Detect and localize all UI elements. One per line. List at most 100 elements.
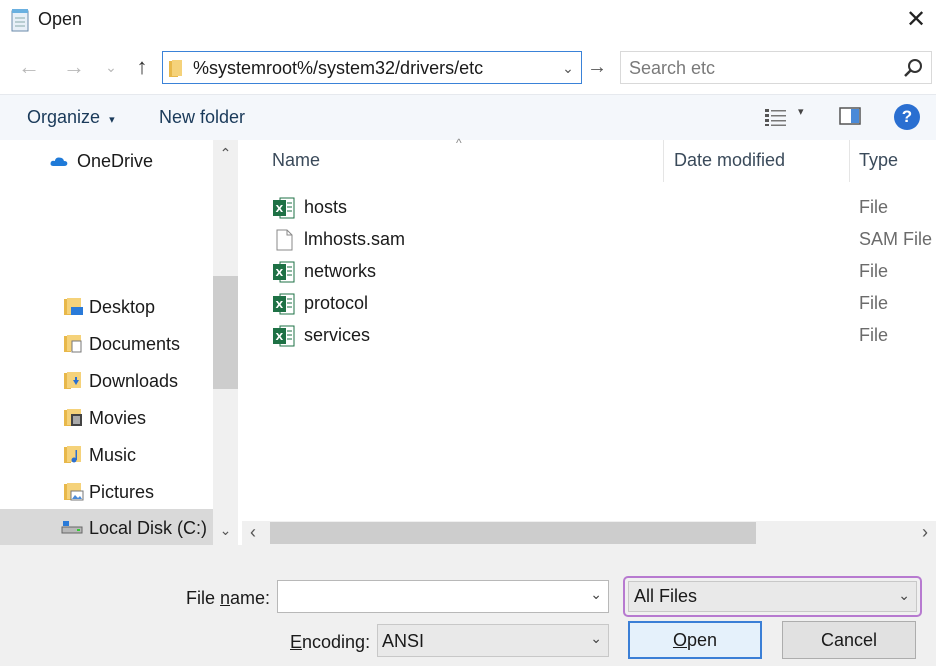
music-folder-icon (64, 446, 81, 463)
nav-item-label: Pictures (89, 482, 155, 502)
pictures-folder-icon (64, 483, 84, 501)
nav-item-label: OneDrive (77, 151, 154, 171)
downloads-folder-icon (64, 372, 81, 389)
open-accesskey: O (672, 630, 687, 650)
nav-item-desktop[interactable]: Desktop (0, 290, 213, 324)
file-type: SAM File (859, 229, 933, 249)
nav-item-downloads[interactable]: Downloads (0, 364, 213, 398)
chevron-down-icon[interactable]: ⌄ (590, 630, 602, 647)
scroll-down-icon[interactable]: ⌄ (213, 522, 238, 539)
nav-item-onedrive[interactable]: OneDrive (0, 144, 213, 178)
encoding-label-part: ncoding: (302, 632, 371, 652)
chevron-down-icon[interactable]: ⌄ (898, 587, 910, 604)
window-title: Open (38, 9, 83, 29)
file-name: protocol (304, 293, 369, 313)
file-row-lmhosts[interactable]: lmhosts.sam SAM File (270, 224, 936, 256)
encoding-label-accesskey: E (290, 632, 303, 652)
nav-item-label: Downloads (89, 371, 179, 391)
nav-item-label: Local Disk (C:) (89, 518, 208, 538)
file-name-label-part: ame: (230, 588, 271, 608)
nav-item-label: Music (89, 445, 137, 465)
file-name: networks (304, 261, 377, 281)
column-header-type[interactable]: Type (859, 150, 898, 171)
movies-folder-icon (64, 409, 82, 426)
address-dropdown-button[interactable]: ⌄ (559, 56, 577, 80)
notepad-icon (11, 9, 29, 32)
encoding-value: ANSI (382, 631, 425, 651)
nav-item-music[interactable]: Music (0, 438, 213, 472)
file-row-networks[interactable]: X networks File (270, 256, 936, 288)
address-path: %systemroot%/system32/drivers/etc (193, 58, 484, 78)
file-row-protocol[interactable]: X protocol File (270, 288, 936, 320)
help-icon[interactable]: ? (894, 104, 920, 130)
file-name-combobox[interactable]: ⌄ (277, 580, 609, 613)
search-icon[interactable] (903, 58, 923, 78)
recent-locations-button[interactable]: ⌄ (97, 52, 125, 82)
back-button[interactable]: ← (15, 52, 43, 82)
file-row-services[interactable]: X services File (270, 320, 936, 352)
new-folder-button[interactable]: New folder (159, 107, 245, 128)
scroll-right-icon[interactable]: › (922, 522, 928, 543)
svg-text:X: X (276, 300, 284, 311)
organize-caret-icon: ▾ (109, 114, 115, 126)
column-divider[interactable] (663, 140, 664, 182)
preview-pane-icon[interactable] (839, 107, 861, 125)
excel-file-icon: X (273, 325, 295, 347)
file-type-filter-value: All Files (634, 586, 698, 606)
command-bar: Organize ▾ New folder ▾ ? (0, 94, 936, 140)
forward-button[interactable]: → (60, 52, 88, 82)
file-type: File (859, 197, 889, 217)
folder-icon (169, 60, 182, 77)
column-header-date-modified[interactable]: Date modified (674, 150, 785, 171)
excel-file-icon: X (273, 197, 295, 219)
organize-button[interactable]: Organize ▾ (27, 107, 115, 128)
file-type-filter-select[interactable]: All Files ⌄ (628, 581, 917, 612)
file-name-label-part: File (186, 588, 221, 608)
navigation-pane: OneDrive Desktop Documents Downloads Mov… (0, 140, 238, 545)
column-header-name[interactable]: Name (272, 150, 320, 171)
file-type: File (859, 325, 889, 345)
address-bar[interactable]: %systemroot%/system32/drivers/etc ⌄ (162, 51, 582, 84)
drive-icon (61, 521, 83, 534)
excel-file-icon: X (273, 293, 295, 315)
file-name-input[interactable] (284, 585, 574, 609)
file-name: services (304, 325, 371, 345)
title-bar: Open ✕ (0, 0, 936, 40)
nav-item-pictures[interactable]: Pictures (0, 475, 213, 509)
desktop-folder-icon (64, 298, 83, 315)
nav-item-movies[interactable]: Movies (0, 401, 213, 435)
nav-item-label: Movies (89, 408, 147, 428)
go-button[interactable]: → (585, 52, 609, 82)
nav-item-documents[interactable]: Documents (0, 327, 213, 361)
file-type: File (859, 261, 889, 281)
hscroll-thumb[interactable] (270, 522, 756, 544)
file-type: File (859, 293, 889, 313)
file-type-filter-highlight: All Files ⌄ (623, 576, 922, 617)
close-button[interactable]: ✕ (902, 6, 930, 34)
up-button[interactable]: ↑ (128, 52, 156, 82)
search-input[interactable] (629, 56, 899, 80)
blank-file-icon (276, 229, 293, 251)
nav-pane-scroll-thumb[interactable] (213, 276, 238, 389)
nav-item-local-disk[interactable]: Local Disk (C:) (0, 509, 213, 545)
encoding-select[interactable]: ANSI ⌄ (377, 624, 609, 657)
column-divider[interactable] (849, 140, 850, 182)
svg-text:X: X (276, 268, 284, 279)
excel-file-icon: X (273, 261, 295, 283)
sort-ascending-icon: ^ (456, 136, 462, 150)
organize-label: Organize (27, 107, 101, 127)
scroll-up-icon[interactable]: ⌃ (213, 145, 238, 162)
scroll-left-icon[interactable]: ‹ (250, 522, 256, 543)
chevron-down-icon[interactable]: ⌄ (590, 586, 602, 603)
svg-text:X: X (276, 204, 284, 215)
encoding-label: Encoding: (290, 632, 370, 653)
view-dropdown-icon[interactable]: ▾ (798, 105, 804, 118)
search-box[interactable] (620, 51, 932, 84)
cancel-button[interactable]: Cancel (782, 621, 916, 659)
file-row-hosts[interactable]: X hosts File (270, 192, 936, 224)
file-name: lmhosts.sam (304, 229, 406, 249)
view-options-icon[interactable] (764, 107, 788, 127)
file-name-label: File name: (186, 588, 270, 609)
nav-item-label: Documents (89, 334, 181, 354)
open-button[interactable]: Open (628, 621, 762, 659)
